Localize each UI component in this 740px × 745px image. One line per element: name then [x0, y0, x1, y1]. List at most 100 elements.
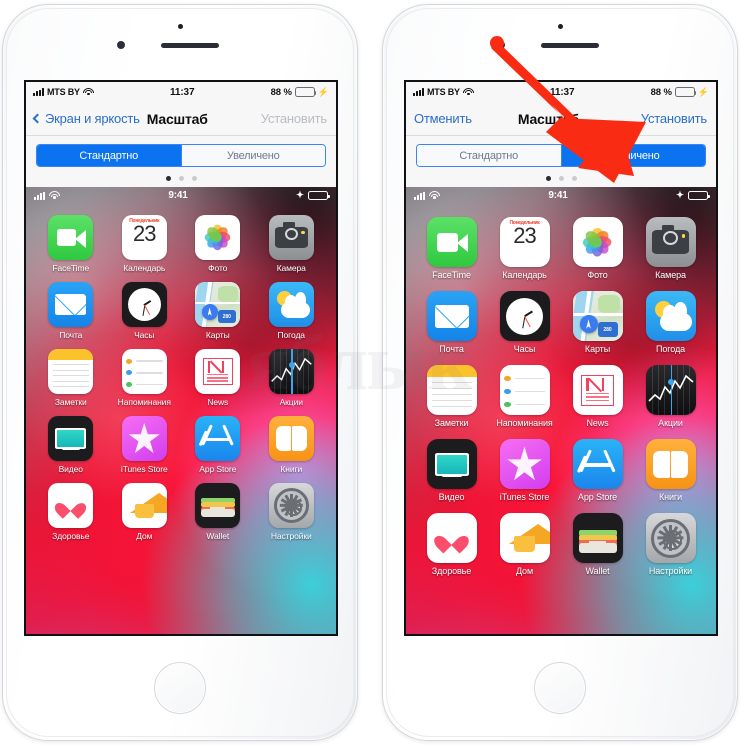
clock-icon[interactable] [499, 291, 550, 341]
app-item[interactable]: Настройки [255, 483, 329, 541]
app-item[interactable]: Заметки [415, 365, 488, 428]
app-item[interactable]: Почта [34, 282, 108, 340]
app-item[interactable]: Дом [488, 513, 561, 576]
app-item[interactable]: Здоровье [415, 513, 488, 576]
home-button[interactable] [534, 662, 586, 714]
itunes-store-icon[interactable] [121, 416, 167, 461]
app-item[interactable]: Wallet [181, 483, 255, 541]
reminders-icon[interactable] [121, 349, 167, 394]
app-item[interactable]: Напоминания [488, 365, 561, 428]
stocks-icon[interactable] [268, 349, 314, 394]
settings-icon[interactable] [645, 513, 696, 563]
app-store-icon[interactable] [572, 439, 623, 489]
cancel-button-right[interactable]: Отменить [414, 111, 472, 126]
app-item[interactable]: Книги [634, 439, 707, 502]
app-store-icon[interactable] [195, 416, 241, 461]
maps-icon[interactable]: 280 [572, 291, 623, 341]
app-item[interactable]: News [561, 365, 634, 428]
video-icon[interactable] [426, 439, 477, 489]
page-dot[interactable] [178, 176, 184, 181]
app-item[interactable]: Здоровье [34, 483, 108, 541]
app-item[interactable]: App Store [181, 416, 255, 474]
display-zoom-segmented-right[interactable]: Стандартно Увеличено [416, 144, 706, 167]
photos-icon[interactable] [572, 217, 623, 267]
app-item[interactable]: Погода [255, 282, 329, 340]
app-item[interactable]: 280 Карты [181, 282, 255, 340]
app-item[interactable]: Настройки [634, 513, 707, 576]
iphone-device-left: MTS BY 11:37 88 % ⚡ Экран и яркость Масш… [2, 4, 358, 741]
app-item[interactable]: iTunes Store [108, 416, 182, 474]
photos-icon[interactable] [195, 215, 241, 260]
segment-standard-left[interactable]: Стандартно [37, 145, 181, 166]
health-icon[interactable] [48, 483, 94, 528]
notes-icon[interactable] [48, 349, 94, 394]
page-dot[interactable] [558, 176, 564, 181]
mail-icon[interactable] [426, 291, 477, 341]
app-item[interactable]: App Store [561, 439, 634, 502]
wallet-icon[interactable] [572, 513, 623, 563]
app-item[interactable]: iTunes Store [488, 439, 561, 502]
reminders-icon[interactable] [499, 365, 550, 415]
app-item[interactable]: Акции [634, 365, 707, 428]
app-item[interactable]: 280 Карты [561, 291, 634, 354]
app-item[interactable]: Напоминания [108, 349, 182, 407]
app-item[interactable]: Заметки [34, 349, 108, 407]
segment-zoomed-right[interactable]: Увеличено [560, 145, 705, 166]
segment-standard-right[interactable]: Стандартно [417, 145, 561, 166]
app-item[interactable]: News [181, 349, 255, 407]
set-button-right[interactable]: Установить [641, 111, 707, 126]
cellular-signal-icon [414, 191, 425, 200]
camera-icon[interactable] [645, 217, 696, 267]
itunes-store-icon[interactable] [499, 439, 550, 489]
page-dot[interactable] [191, 176, 197, 181]
facetime-icon[interactable] [426, 217, 477, 267]
app-item[interactable]: Фото [181, 215, 255, 273]
app-item[interactable]: Погода [634, 291, 707, 354]
page-dot[interactable] [165, 176, 171, 181]
home-icon[interactable] [499, 513, 550, 563]
app-item[interactable]: Часы [488, 291, 561, 354]
weather-icon[interactable] [268, 282, 314, 327]
video-icon[interactable] [48, 416, 94, 461]
calendar-icon[interactable]: Понедельник 23 [499, 217, 550, 267]
wallet-icon[interactable] [195, 483, 241, 528]
books-icon[interactable] [268, 416, 314, 461]
news-icon[interactable] [195, 349, 241, 394]
weather-icon[interactable] [645, 291, 696, 341]
health-icon[interactable] [426, 513, 477, 563]
calendar-icon[interactable]: Понедельник 23 [121, 215, 167, 260]
app-item[interactable]: Почта [415, 291, 488, 354]
app-item[interactable]: Понедельник 23 Календарь [488, 217, 561, 280]
camera-icon[interactable] [268, 215, 314, 260]
page-dot[interactable] [571, 176, 577, 181]
clock-icon[interactable] [121, 282, 167, 327]
app-item[interactable]: Фото [561, 217, 634, 280]
app-item[interactable]: Книги [255, 416, 329, 474]
app-item[interactable]: FaceTime [415, 217, 488, 280]
maps-icon[interactable]: 280 [195, 282, 241, 327]
set-button-left[interactable]: Установить [261, 111, 327, 126]
app-item[interactable]: Часы [108, 282, 182, 340]
home-button[interactable] [154, 662, 206, 714]
app-item[interactable]: Акции [255, 349, 329, 407]
news-icon[interactable] [572, 365, 623, 415]
settings-icon[interactable] [268, 483, 314, 528]
back-button-left[interactable]: Экран и яркость [32, 111, 140, 126]
app-item[interactable]: Камера [634, 217, 707, 280]
notes-icon[interactable] [426, 365, 477, 415]
app-item[interactable]: Wallet [561, 513, 634, 576]
app-item[interactable]: Камера [255, 215, 329, 273]
app-item[interactable]: Видео [34, 416, 108, 474]
segment-zoomed-left[interactable]: Увеличено [180, 145, 325, 166]
app-item[interactable]: Дом [108, 483, 182, 541]
page-dot[interactable] [545, 176, 551, 181]
books-icon[interactable] [645, 439, 696, 489]
app-item[interactable]: Понедельник 23 Календарь [108, 215, 182, 273]
app-item[interactable]: Видео [415, 439, 488, 502]
stocks-icon[interactable] [645, 365, 696, 415]
display-zoom-segmented-left[interactable]: Стандартно Увеличено [36, 144, 326, 167]
facetime-icon[interactable] [48, 215, 94, 260]
home-icon[interactable] [121, 483, 167, 528]
app-item[interactable]: FaceTime [34, 215, 108, 273]
mail-icon[interactable] [48, 282, 94, 327]
